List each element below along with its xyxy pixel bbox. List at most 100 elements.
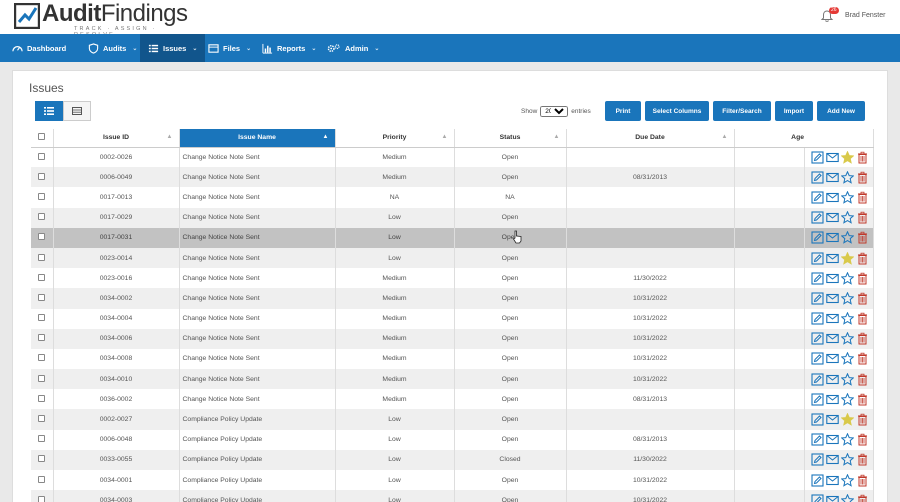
table-row[interactable]: 0034-0002 Change Notice Note Sent Medium Op… xyxy=(31,288,874,309)
row-select-cell[interactable] xyxy=(31,227,54,248)
issue-name-cell[interactable]: Change Notice Note Sent xyxy=(179,247,336,269)
list-view-button[interactable] xyxy=(35,101,63,121)
issue-id-cell[interactable]: 0017-0013 xyxy=(53,187,180,208)
issue-id-cell[interactable]: 0023-0016 xyxy=(53,268,180,289)
row-checkbox[interactable] xyxy=(38,213,46,221)
select-all-checkbox[interactable] xyxy=(38,133,46,141)
issue-name-cell[interactable]: Change Notice Note Sent xyxy=(179,308,336,329)
row-select-cell[interactable] xyxy=(31,308,54,329)
issue-id-cell[interactable]: 0034-0004 xyxy=(53,308,180,329)
issue-id-cell[interactable]: 0034-0010 xyxy=(53,369,180,390)
col-priority[interactable]: Priority ▲ xyxy=(335,129,455,148)
row-checkbox[interactable] xyxy=(38,415,46,423)
star-icon[interactable] xyxy=(840,473,854,487)
star-icon[interactable] xyxy=(840,453,854,467)
filter-search-button[interactable]: Filter/Search xyxy=(713,101,771,121)
trash-icon[interactable] xyxy=(856,151,869,164)
email-icon[interactable] xyxy=(825,171,839,184)
col-age[interactable]: Age xyxy=(734,129,804,148)
edit-icon[interactable] xyxy=(810,211,824,224)
issue-id-cell[interactable]: 0034-0001 xyxy=(53,470,180,491)
row-select-cell[interactable] xyxy=(31,268,54,289)
import-button[interactable]: Import xyxy=(775,101,813,121)
row-checkbox[interactable] xyxy=(38,435,46,443)
user-name[interactable]: Brad Fenster xyxy=(845,12,885,19)
email-icon[interactable] xyxy=(825,231,839,244)
issue-id-cell[interactable]: 0002-0027 xyxy=(53,409,180,430)
row-checkbox[interactable] xyxy=(38,374,46,382)
edit-icon[interactable] xyxy=(810,151,824,164)
table-row[interactable]: 0017-0029 Change Notice Note Sent Low Open xyxy=(31,207,874,228)
trash-icon[interactable] xyxy=(856,292,869,305)
edit-icon[interactable] xyxy=(810,332,824,345)
star-icon[interactable] xyxy=(840,211,854,224)
row-checkbox[interactable] xyxy=(38,475,46,483)
star-icon[interactable] xyxy=(840,231,854,245)
star-icon[interactable] xyxy=(840,372,854,386)
nav-audits[interactable]: Audits ⌄ xyxy=(80,34,145,62)
email-icon[interactable] xyxy=(825,292,839,305)
edit-icon[interactable] xyxy=(810,494,824,502)
table-row[interactable]: 0034-0008 Change Notice Note Sent Medium Op… xyxy=(31,348,874,370)
add-new-button[interactable]: Add New xyxy=(817,101,865,121)
table-row[interactable]: 0023-0016 Change Notice Note Sent Medium Op… xyxy=(31,268,874,289)
star-icon[interactable] xyxy=(840,433,854,446)
issue-name-cell[interactable]: Compliance Policy Update xyxy=(179,470,336,491)
col-issue-id[interactable]: Issue ID ▲ xyxy=(53,129,180,148)
edit-icon[interactable] xyxy=(810,474,824,487)
table-row[interactable]: 0017-0031 Change Notice Note Sent Low Open xyxy=(31,227,874,248)
row-checkbox[interactable] xyxy=(38,273,46,281)
row-select-cell[interactable] xyxy=(31,187,54,208)
email-icon[interactable] xyxy=(825,494,839,502)
star-icon[interactable] xyxy=(840,271,854,285)
issue-name-cell[interactable]: Change Notice Note Sent xyxy=(179,207,336,228)
edit-icon[interactable] xyxy=(810,251,824,265)
table-row[interactable]: 0034-0001 Compliance Policy Update Low Open… xyxy=(31,470,874,491)
row-checkbox[interactable] xyxy=(38,455,46,463)
table-row[interactable]: 0002-0026 Change Notice Note Sent Medium Op… xyxy=(31,147,874,168)
row-select-cell[interactable] xyxy=(31,490,54,502)
row-checkbox[interactable] xyxy=(38,354,46,362)
trash-icon[interactable] xyxy=(856,413,869,426)
col-due-date[interactable]: Due Date ▲ xyxy=(566,129,735,148)
row-checkbox[interactable] xyxy=(38,334,46,342)
trash-icon[interactable] xyxy=(856,433,869,446)
issue-name-cell[interactable]: Compliance Policy Update xyxy=(179,449,336,470)
email-icon[interactable] xyxy=(825,453,839,466)
star-icon[interactable] xyxy=(840,392,854,406)
row-checkbox[interactable] xyxy=(38,152,46,160)
email-icon[interactable] xyxy=(825,332,839,345)
trash-icon[interactable] xyxy=(856,191,869,204)
col-status[interactable]: Status ▲ xyxy=(454,129,567,148)
issue-id-cell[interactable]: 0034-0003 xyxy=(53,490,180,502)
email-icon[interactable] xyxy=(825,413,839,426)
issue-id-cell[interactable]: 0034-0002 xyxy=(53,288,180,309)
edit-icon[interactable] xyxy=(810,312,824,325)
entries-select[interactable]: 20 xyxy=(540,106,569,117)
star-filled-icon[interactable] xyxy=(840,413,854,426)
email-icon[interactable] xyxy=(825,474,839,487)
issue-name-cell[interactable]: Change Notice Note Sent xyxy=(179,389,336,410)
email-icon[interactable] xyxy=(825,373,839,386)
edit-icon[interactable] xyxy=(810,231,824,244)
star-icon[interactable] xyxy=(840,170,854,184)
print-button[interactable]: Print xyxy=(605,101,641,121)
edit-icon[interactable] xyxy=(810,292,824,305)
issue-name-cell[interactable]: Change Notice Note Sent xyxy=(179,227,336,248)
table-row[interactable]: 0034-0010 Change Notice Note Sent Medium Op… xyxy=(31,369,874,390)
row-checkbox[interactable] xyxy=(38,192,46,200)
row-select-cell[interactable] xyxy=(31,449,54,470)
trash-icon[interactable] xyxy=(856,352,869,365)
nav-dashboard[interactable]: Dashboard xyxy=(4,34,74,62)
edit-icon[interactable] xyxy=(810,453,824,466)
edit-icon[interactable] xyxy=(810,272,824,285)
trash-icon[interactable] xyxy=(856,453,869,466)
nav-admin[interactable]: Admin ⌄ xyxy=(318,34,387,62)
issue-id-cell[interactable]: 0002-0026 xyxy=(53,147,180,168)
row-select-cell[interactable] xyxy=(31,429,54,450)
row-checkbox[interactable] xyxy=(38,172,46,180)
star-filled-icon[interactable] xyxy=(840,150,854,164)
row-checkbox[interactable] xyxy=(38,394,46,402)
nav-issues[interactable]: Issues ⌄ xyxy=(140,34,206,62)
row-checkbox[interactable] xyxy=(38,293,46,301)
